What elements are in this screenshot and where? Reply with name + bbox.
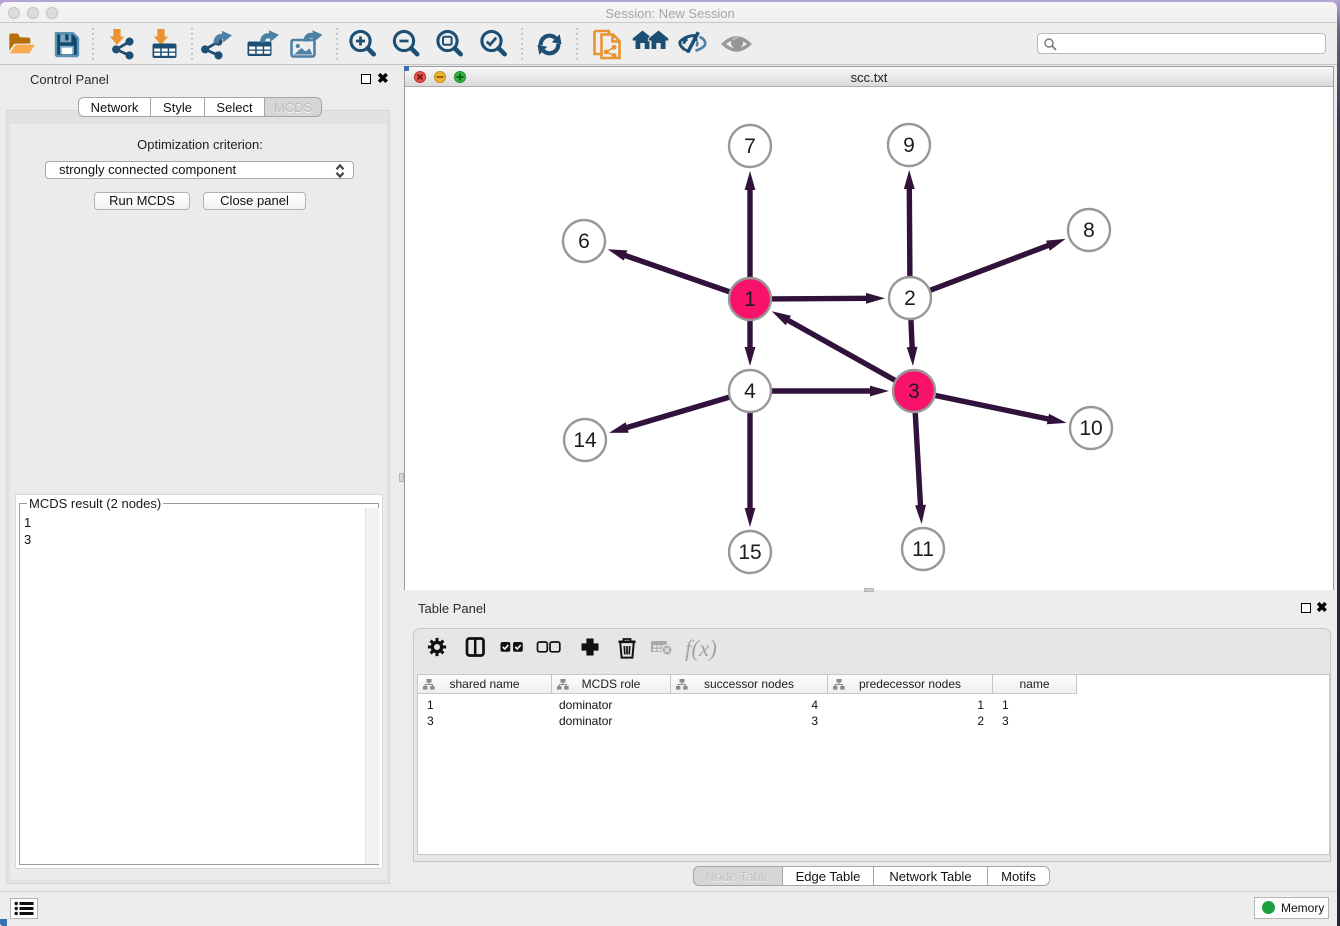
svg-text:4: 4	[744, 380, 756, 403]
svg-text:7: 7	[744, 135, 756, 158]
svg-text:15: 15	[738, 541, 761, 564]
svg-text:9: 9	[903, 134, 915, 157]
svg-text:10: 10	[1079, 417, 1102, 440]
svg-text:2: 2	[904, 287, 916, 310]
svg-text:6: 6	[578, 230, 590, 253]
svg-text:1: 1	[744, 288, 756, 311]
svg-text:14: 14	[573, 429, 597, 452]
svg-text:f(x): f(x)	[685, 636, 717, 661]
svg-text:8: 8	[1083, 219, 1095, 242]
svg-text:3: 3	[908, 380, 920, 403]
svg-text:11: 11	[912, 538, 934, 561]
